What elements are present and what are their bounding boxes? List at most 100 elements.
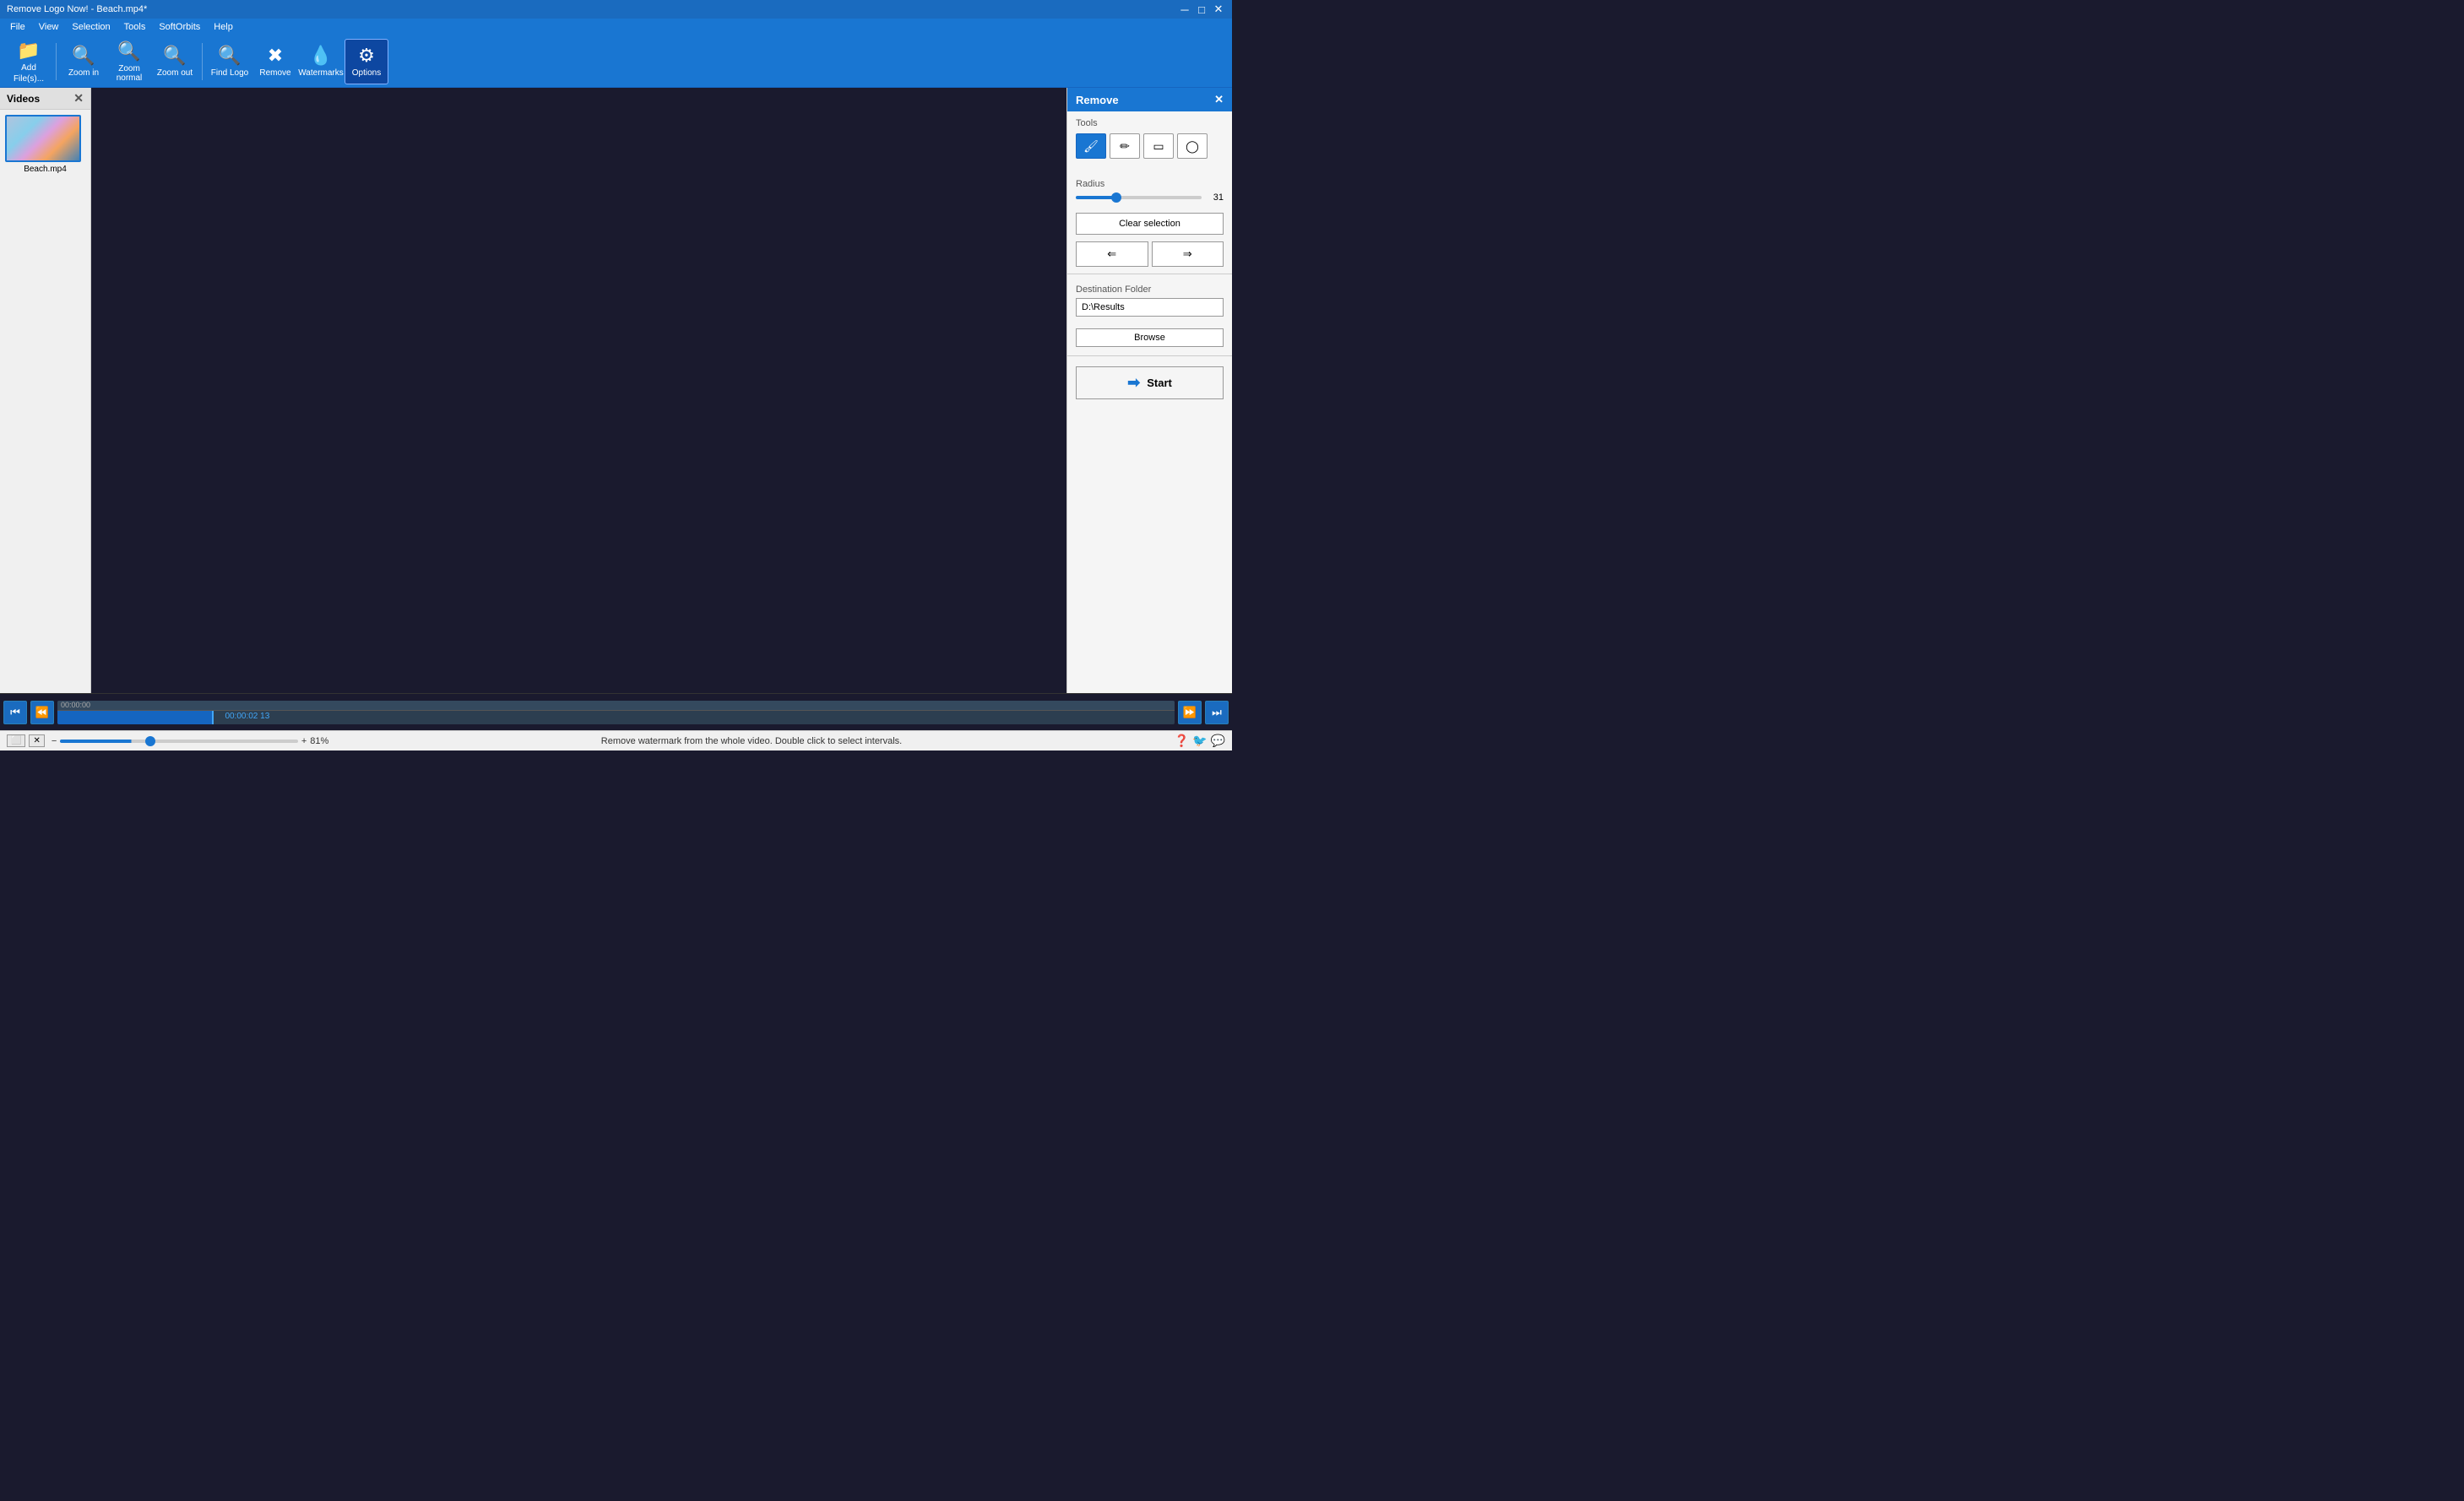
video-area: Options ✕ Language English French German [91,88,1066,693]
radius-label: Radius [1076,179,1224,189]
find-logo-label: Find Logo [211,68,248,78]
main-layout: Videos ✕ Beach.mp4 [0,88,1232,693]
timeline-current-time: 00:00:02 13 [225,712,269,721]
copy-next-button[interactable]: ⇒ [1152,241,1224,267]
toolbar: 📁 Add File(s)... 🔍 Zoom in 🔍 Zoom normal… [0,35,1232,88]
timeline-track[interactable]: 00:00:00 00:00:02 13 [57,701,1175,724]
menu-tools[interactable]: Tools [117,20,153,34]
rect-tool-button[interactable]: ▭ [1143,133,1174,159]
zoom-normal-button[interactable]: 🔍 Zoom normal [107,39,151,84]
maximize-button[interactable]: □ [1195,3,1208,16]
browse-button[interactable]: Browse [1076,328,1224,347]
timeline-end-icon: ⏭ [1212,706,1222,719]
options-button[interactable]: ⚙ Options [345,39,388,84]
time-start: 00:00:00 [61,701,90,709]
copy-prev-button[interactable]: ⇐ [1076,241,1148,267]
remove-label: Remove [259,68,290,78]
social-icon-1[interactable]: 🐦 [1192,734,1207,748]
zoom-out-label: Zoom out [157,68,193,78]
zoom-in-label: Zoom in [68,68,99,78]
help-icon[interactable]: ❓ [1175,734,1189,748]
select-mode-button[interactable]: ⬜ [7,734,25,747]
find-logo-icon: 🔍 [218,45,241,67]
marker-icon: ✏ [1120,139,1130,154]
video-thumbnail[interactable]: Beach.mp4 [0,110,90,179]
timeline: ⏮ ⏪ 00:00:00 00:00:02 13 ⏩ ⏭ [0,693,1232,730]
start-arrow-icon: ➡ [1127,374,1140,392]
toolbar-separator-2 [202,43,203,80]
title-bar: Remove Logo Now! - Beach.mp4* ─ □ ✕ [0,0,1232,19]
copy-buttons: ⇐ ⇒ [1076,241,1224,267]
timeline-progress-bar [57,711,214,724]
zoom-out-button[interactable]: 🔍 Zoom out [153,39,197,84]
tools-label: Tools [1076,118,1224,128]
status-zoom-area: − + 81% [52,736,328,746]
marker-tool-button[interactable]: ✏ [1110,133,1140,159]
zoom-level: 81% [310,736,328,746]
zoom-minus-icon[interactable]: − [52,736,57,746]
tools-section: Tools 🖌 ✏ ▭ ◯ [1067,111,1232,172]
zoom-slider[interactable] [60,740,298,743]
copy-prev-icon: ⇐ [1107,247,1116,261]
timeline-prev-button[interactable]: ⏪ [30,701,54,724]
toolbar-separator [56,43,57,80]
copy-next-icon: ⇒ [1183,247,1192,261]
menu-selection[interactable]: Selection [65,20,117,34]
right-panel-close-button[interactable]: ✕ [1214,93,1224,106]
options-label: Options [352,68,381,78]
add-files-label: Add [21,63,36,73]
status-right-icons: ❓ 🐦 💬 [1175,734,1225,748]
window-controls: ─ □ ✕ [1178,3,1225,16]
deselect-button[interactable]: ✕ [29,734,44,747]
social-icon-2[interactable]: 💬 [1211,734,1225,748]
menu-view[interactable]: View [32,20,66,34]
timeline-next-icon: ⏩ [1183,706,1197,719]
start-label: Start [1147,377,1172,389]
tools-row: 🖌 ✏ ▭ ◯ [1076,133,1224,159]
timeline-next-button[interactable]: ⏩ [1178,701,1202,724]
timeline-end-button[interactable]: ⏭ [1205,701,1229,724]
status-message: Remove watermark from the whole video. D… [335,736,1167,746]
right-panel: Remove ✕ Tools 🖌 ✏ ▭ ◯ Radius [1066,88,1232,693]
zoom-plus-icon[interactable]: + [301,736,307,746]
zoom-normal-icon: 🔍 [117,41,140,62]
radius-section: Radius 31 [1067,172,1232,209]
sidebar-panel: Videos ✕ Beach.mp4 [0,88,91,693]
watermarks-button[interactable]: 💧 Watermarks [299,39,343,84]
sidebar-close-button[interactable]: ✕ [73,91,84,106]
watermarks-label: Watermarks [298,68,344,78]
add-files-button[interactable]: 📁 Add File(s)... [7,39,51,84]
menu-bar: File View Selection Tools SoftOrbits Hel… [0,19,1232,35]
video-filename: Beach.mp4 [5,165,85,174]
minimize-button[interactable]: ─ [1178,3,1191,16]
destination-section: Destination Folder [1067,278,1232,323]
destination-input[interactable] [1076,298,1224,317]
status-bar: ⬜ ✕ − + 81% Remove watermark from the wh… [0,730,1232,750]
find-logo-button[interactable]: 🔍 Find Logo [208,39,252,84]
clear-selection-button[interactable]: Clear selection [1076,213,1224,235]
zoom-in-button[interactable]: 🔍 Zoom in [62,39,106,84]
radius-slider[interactable] [1076,196,1202,199]
video-preview-image [5,115,81,162]
title-text: Remove Logo Now! - Beach.mp4* [7,4,147,14]
sidebar-title: Videos [7,93,40,105]
brush-tool-button[interactable]: 🖌 [1076,133,1106,159]
timeline-ruler: 00:00:00 [57,701,1175,711]
add-files-icon: 📁 [17,40,40,62]
radius-row: 31 [1076,192,1224,203]
start-button[interactable]: ➡ Start [1076,366,1224,399]
destination-label: Destination Folder [1076,284,1224,295]
right-panel-header: Remove ✕ [1067,88,1232,111]
circle-tool-button[interactable]: ◯ [1177,133,1208,159]
sidebar-header: Videos ✕ [0,88,90,110]
timeline-start-button[interactable]: ⏮ [3,701,27,724]
menu-help[interactable]: Help [207,20,240,34]
zoom-normal-label: Zoom normal [107,64,151,83]
remove-button[interactable]: ✖ Remove [253,39,297,84]
status-left: ⬜ ✕ [7,734,45,747]
timeline-prev-icon: ⏪ [35,706,49,719]
close-button[interactable]: ✕ [1212,3,1225,16]
watermarks-icon: 💧 [309,45,332,67]
menu-file[interactable]: File [3,20,32,34]
menu-softorbits[interactable]: SoftOrbits [152,20,207,34]
